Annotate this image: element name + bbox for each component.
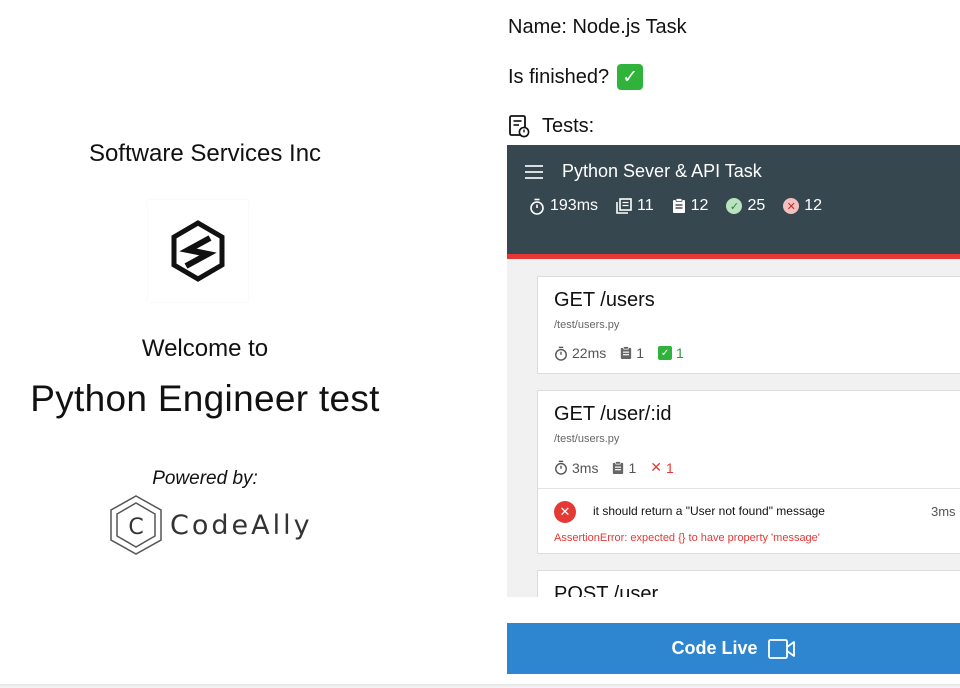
stat-passes-value: 25 [747,197,766,214]
powered-by-label: Powered by: [152,468,258,489]
suite-tests: 1 [612,460,636,476]
clipboard-icon [621,346,632,359]
test-error-message: AssertionError: expected {} to have prop… [554,532,820,544]
video-camera-icon [767,638,795,659]
company-panel: Software Services Inc Welcome to Python … [0,0,410,688]
company-name: Software Services Inc [88,140,322,167]
stat-passes: ✓ 25 [726,197,765,215]
hamburger-menu-icon[interactable] [525,165,543,179]
report-stats: 193ms 11 12 ✓ 25 ✕ 12 [529,197,822,215]
suite-stats: 3ms 1 ✕ 1 [554,459,674,476]
stat-suites-value: 11 [637,197,654,214]
pass-icon: ✓ [726,198,743,214]
suite-card[interactable]: POST /user [537,570,960,597]
test-report-panel[interactable]: Python Sever & API Task 193ms 11 12 ✓ 25… [507,145,960,597]
test-title: Python Engineer test [30,378,380,419]
check-mark-icon: ✓ [617,64,644,90]
codeally-wordmark: CodeAlly [170,509,313,541]
stat-tests: 12 [672,197,709,215]
hexagon-s-logo-icon [171,220,225,282]
stat-failures: ✕ 12 [783,197,822,215]
stopwatch-icon [555,460,567,475]
finished-status: Is finished? ✓ [508,64,644,90]
suite-duration-value: 22ms [572,345,607,361]
stopwatch-icon [530,198,544,215]
suite-duration-value: 3ms [572,459,599,476]
suite-duration: 3ms [554,460,598,476]
suite-duration: 22ms [554,345,606,361]
code-live-button[interactable]: Code Live [507,623,960,674]
clipboard-icon [672,198,685,213]
fail-icon: ✕ [783,198,800,214]
suite-passes-value: 1 [676,345,684,361]
suite-failures-value: 1 [665,459,674,476]
test-report-icon [509,115,530,138]
suite-title: GET /user/:id [554,403,672,425]
suite-file: /test/users.py [554,319,620,331]
stat-tests-value: 12 [690,197,709,214]
company-logo [148,200,248,302]
suite-tests-value: 1 [628,459,637,476]
suite-tests: 1 [620,345,644,361]
clipboard-icon [613,460,624,474]
suite-card[interactable]: GET /users /test/users.py 22ms 1 ✓ 1 [537,276,960,374]
suite-failures: ✕ 1 [650,459,674,476]
codeally-mark-letter: C [128,515,143,540]
test-duration: 3ms [931,504,956,519]
fail-circle-icon: ✕ [554,501,576,523]
stat-duration: 193ms [529,197,598,215]
suite-stats: 22ms 1 ✓ 1 [554,345,684,361]
failed-test-row[interactable]: ✕ it should return a "User not found" me… [538,488,960,554]
stat-suites: 11 [616,197,654,215]
fail-cross-icon: ✕ [650,459,662,475]
code-live-label: Code Live [671,638,758,658]
task-name: Name: Node.js Task [508,16,687,38]
suite-passes: ✓ 1 [658,345,684,361]
stat-duration-value: 193ms [550,197,599,214]
library-books-icon [616,198,632,214]
tests-heading: Tests: [508,114,594,138]
test-name: it should return a "User not found" mess… [593,504,825,518]
stat-failures-value: 12 [804,197,823,214]
welcome-text: Welcome to [141,335,269,362]
page-bottom-edge [0,684,960,688]
report-title: Python Sever & API Task [562,161,762,181]
codeally-hexagon-icon: C [110,495,162,555]
suite-title: GET /users [554,289,655,311]
suite-card[interactable]: GET /user/:id /test/users.py 3ms 1 ✕ 1 ✕… [537,390,960,554]
suite-tests-value: 1 [636,345,645,361]
report-header: Python Sever & API Task 193ms 11 12 ✓ 25… [507,145,960,259]
stopwatch-icon [555,346,567,361]
pass-check-icon: ✓ [658,346,673,360]
codeally-brand: C CodeAlly [108,494,313,556]
suite-file: /test/users.py [554,433,620,445]
suite-title: POST /user [554,583,659,597]
finished-label: Is finished? [508,65,610,88]
tests-label: Tests: [542,114,595,137]
